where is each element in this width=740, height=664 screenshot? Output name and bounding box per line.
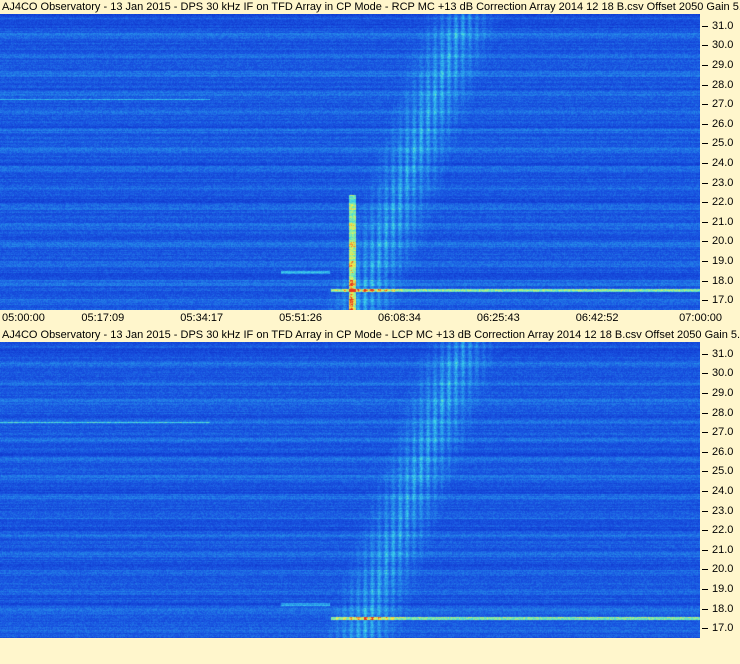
x-tick-label: 05:34:17 [180,312,224,324]
y-tick-label: 20.0 [701,563,734,576]
y-tick-label: 28.0 [701,406,734,419]
x-tick-label: 07:00:00 [679,312,722,324]
x-tick-label: 06:08:34 [378,312,421,324]
y-tick-label: 31.0 [701,19,734,32]
y-tick-label: 23.0 [701,504,734,517]
y-tick-label: 19.0 [701,254,734,267]
lcp-spectrogram [0,342,700,638]
y-tick-label: 18.0 [701,602,734,615]
y-tick-label: 17.0 [701,294,734,307]
y-tick-label: 19.0 [701,582,734,595]
rcp-title: AJ4CO Observatory - 13 Jan 2015 - DPS 30… [2,1,740,13]
y-tick-label: 23.0 [701,176,734,189]
y-tick-label: 30.0 [701,367,734,380]
lcp-y-axis: 31.0 30.0 29.0 28.0 27.0 26.0 25.0 24.0 23.0 22.0… [700,342,740,638]
y-tick-label: 17.0 [701,622,734,635]
y-tick-label: 21.0 [701,543,734,556]
rcp-panel: AJ4CO Observatory - 13 Jan 2015 - DPS 30… [0,0,740,328]
rcp-x-axis: 05:00:00 05:17:09 05:34:17 05:51:26 06:08:34… [0,310,740,328]
y-tick-label: 29.0 [701,58,734,71]
y-tick-label: 22.0 [701,524,734,537]
lcp-title: AJ4CO Observatory - 13 Jan 2015 - DPS 30… [2,329,740,341]
lcp-x-axis [0,638,740,656]
lcp-panel: AJ4CO Observatory - 13 Jan 2015 - DPS 30… [0,328,740,664]
x-tick-label: 05:17:09 [81,312,125,324]
y-tick-label: 30.0 [701,39,734,52]
y-tick-label: 27.0 [701,98,734,111]
y-tick-label: 24.0 [701,484,734,497]
y-tick-label: 20.0 [701,235,734,248]
y-tick-label: 21.0 [701,215,734,228]
y-tick-label: 25.0 [701,465,734,478]
y-tick-label: 22.0 [701,196,734,209]
rcp-spectrogram [0,14,700,310]
y-tick-label: 25.0 [701,137,734,150]
y-tick-label: 29.0 [701,386,734,399]
rcp-y-axis: 31.0 30.0 29.0 28.0 27.0 26.0 25.0 24.0 23.0 22.0… [700,14,740,310]
y-tick-label: 27.0 [701,426,734,439]
y-tick-label: 18.0 [701,274,734,287]
y-tick-label: 31.0 [701,347,734,360]
x-tick-label: 05:00:00 [2,312,45,324]
y-tick-label: 28.0 [701,78,734,91]
x-tick-label: 05:51:26 [279,312,322,324]
x-tick-label: 06:25:43 [476,312,520,324]
y-tick-label: 24.0 [701,156,734,169]
x-tick-label: 06:42:52 [575,312,619,324]
y-tick-label: 26.0 [701,117,734,130]
y-tick-label: 26.0 [701,445,734,458]
